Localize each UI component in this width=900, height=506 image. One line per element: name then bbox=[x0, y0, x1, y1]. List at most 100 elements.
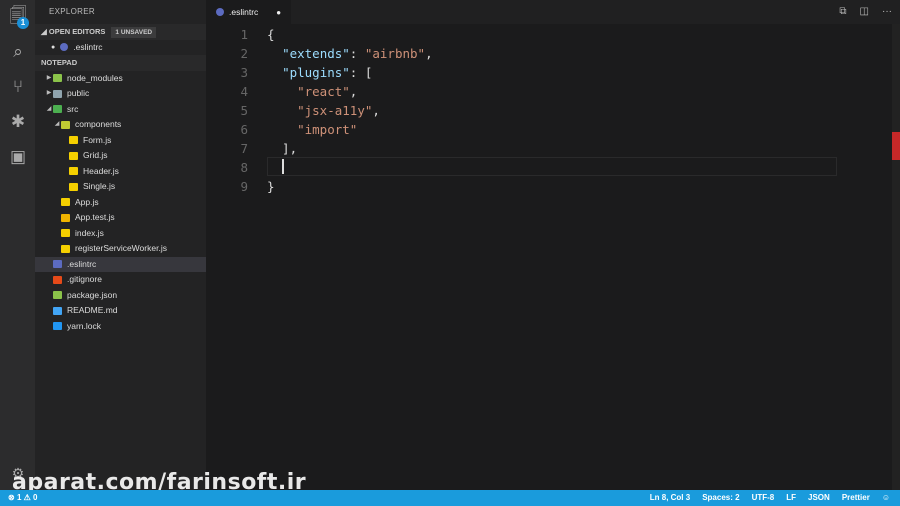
encoding[interactable]: UTF-8 bbox=[752, 490, 775, 506]
line-number: 3 bbox=[240, 65, 248, 80]
file-icon bbox=[61, 198, 70, 207]
unsaved-badge: 1 UNSAVED bbox=[111, 27, 157, 38]
error-marker bbox=[892, 132, 900, 160]
folder-icon bbox=[53, 74, 62, 83]
file-icon bbox=[69, 182, 78, 191]
item-label: .eslintrc bbox=[67, 258, 97, 269]
error-count: 1 bbox=[16, 493, 22, 502]
file-item[interactable]: Form.js bbox=[35, 133, 206, 149]
source-control-icon[interactable]: ⑂ bbox=[8, 77, 28, 97]
project-header[interactable]: NOTEPAD bbox=[35, 55, 206, 71]
indentation[interactable]: Spaces: 2 bbox=[702, 490, 739, 506]
item-label: Header.js bbox=[83, 165, 119, 176]
explorer-sidebar: EXPLORER ◢ OPEN EDITORS 1 UNSAVED ● .eslin… bbox=[35, 0, 206, 490]
activity-bar: 🗐 1 ⌕ ⑂ ✱ ▣ ⚙ bbox=[0, 0, 35, 490]
problems-indicator[interactable]: ⊗ 1 ⚠ 0 bbox=[8, 490, 37, 506]
line-number: 4 bbox=[240, 84, 248, 99]
file-item[interactable]: Header.js bbox=[35, 164, 206, 180]
open-editors-header[interactable]: ◢ OPEN EDITORS 1 UNSAVED bbox=[35, 24, 206, 40]
file-item[interactable]: App.js bbox=[35, 195, 206, 211]
open-preview-icon[interactable]: ⧉ bbox=[839, 6, 846, 17]
open-editor-label: .eslintrc bbox=[73, 41, 103, 52]
code-line: "extends": "airbnb", bbox=[267, 44, 433, 63]
unsaved-dot-icon[interactable]: ● bbox=[276, 8, 281, 17]
code-line: "jsx-a11y", bbox=[267, 101, 380, 120]
line-number: 7 bbox=[240, 141, 248, 156]
file-item[interactable]: Grid.js bbox=[35, 148, 206, 164]
item-label: Single.js bbox=[83, 181, 116, 191]
file-icon bbox=[61, 244, 70, 253]
file-item[interactable]: README.md bbox=[35, 303, 206, 319]
item-label: src bbox=[67, 103, 79, 114]
text-cursor bbox=[282, 159, 284, 174]
language-mode[interactable]: JSON bbox=[808, 490, 830, 506]
folder-item[interactable]: ▶ public bbox=[35, 86, 206, 102]
open-editor-item[interactable]: ● .eslintrc bbox=[35, 40, 206, 56]
explorer-badge: 1 bbox=[17, 17, 29, 29]
file-icon bbox=[61, 213, 70, 222]
line-number: 2 bbox=[240, 46, 248, 61]
more-actions-icon[interactable]: ··· bbox=[882, 6, 892, 17]
chevron-icon: ▶ bbox=[46, 74, 52, 81]
file-icon bbox=[69, 136, 78, 145]
warning-count: 0 bbox=[33, 493, 38, 502]
line-ending[interactable]: LF bbox=[786, 490, 796, 506]
item-label: public bbox=[67, 88, 90, 98]
file-item[interactable]: yarn.lock bbox=[35, 319, 206, 335]
code-token: } bbox=[267, 179, 275, 194]
tab-eslintrc[interactable]: .eslintrc ● bbox=[206, 0, 291, 24]
code-token: "extends" bbox=[282, 46, 350, 61]
folder-item[interactable]: ◢ src bbox=[35, 102, 206, 118]
code-token: "import" bbox=[297, 122, 358, 137]
file-item[interactable]: Single.js bbox=[35, 179, 206, 195]
code-token: "airbnb" bbox=[364, 46, 426, 61]
line-number: 5 bbox=[240, 103, 248, 118]
file-item[interactable]: .gitignore bbox=[35, 272, 206, 288]
line-number: 6 bbox=[240, 122, 248, 137]
search-icon[interactable]: ⌕ bbox=[8, 42, 28, 62]
item-label: App.js bbox=[75, 196, 99, 207]
file-icon bbox=[53, 275, 62, 284]
code-line: ], bbox=[267, 139, 297, 158]
file-item[interactable]: index.js bbox=[35, 226, 206, 242]
code-token: , bbox=[372, 103, 380, 118]
file-icon bbox=[69, 151, 78, 160]
line-number: 9 bbox=[240, 179, 248, 194]
debug-icon[interactable]: ✱ bbox=[8, 112, 28, 132]
item-label: App.test.js bbox=[75, 212, 115, 222]
code-line: "react", bbox=[267, 82, 357, 101]
extensions-icon[interactable]: ▣ bbox=[8, 147, 28, 167]
code-token: ], bbox=[267, 141, 298, 156]
eslint-file-icon bbox=[216, 8, 224, 16]
formatter[interactable]: Prettier bbox=[842, 490, 870, 506]
file-icon bbox=[53, 260, 62, 269]
chevron-icon: ◢ bbox=[54, 121, 60, 127]
tab-label: .eslintrc bbox=[229, 7, 259, 17]
code-token: "react" bbox=[297, 84, 350, 99]
chevron-icon: ▶ bbox=[46, 90, 52, 96]
file-icon bbox=[53, 322, 62, 331]
file-icon bbox=[69, 167, 78, 176]
folder-icon bbox=[61, 120, 70, 129]
code-token: , bbox=[425, 46, 433, 61]
explorer-title: EXPLORER bbox=[49, 7, 95, 16]
line-number: 8 bbox=[240, 160, 248, 175]
file-item[interactable]: App.test.js bbox=[35, 210, 206, 226]
file-item[interactable]: registerServiceWorker.js bbox=[35, 241, 206, 257]
folder-item[interactable]: ▶ node_modules bbox=[35, 71, 206, 87]
code-token: { bbox=[267, 27, 275, 42]
cursor-position[interactable]: Ln 8, Col 3 bbox=[650, 490, 690, 506]
split-editor-icon[interactable]: ◫ bbox=[860, 6, 869, 17]
feedback-smiley-icon[interactable]: ☺ bbox=[882, 490, 890, 506]
item-label: README.md bbox=[67, 305, 118, 315]
file-item[interactable]: package.json bbox=[35, 288, 206, 304]
folder-item[interactable]: ◢ components bbox=[35, 117, 206, 133]
code-token: "jsx-a11y" bbox=[297, 103, 373, 118]
file-item[interactable]: .eslintrc bbox=[35, 256, 206, 272]
editor-scrollbar[interactable] bbox=[892, 24, 900, 490]
editor-area: .eslintrc ● ⧉ ◫ ··· 1 {2 "extends": "airbnb"… bbox=[206, 0, 900, 490]
